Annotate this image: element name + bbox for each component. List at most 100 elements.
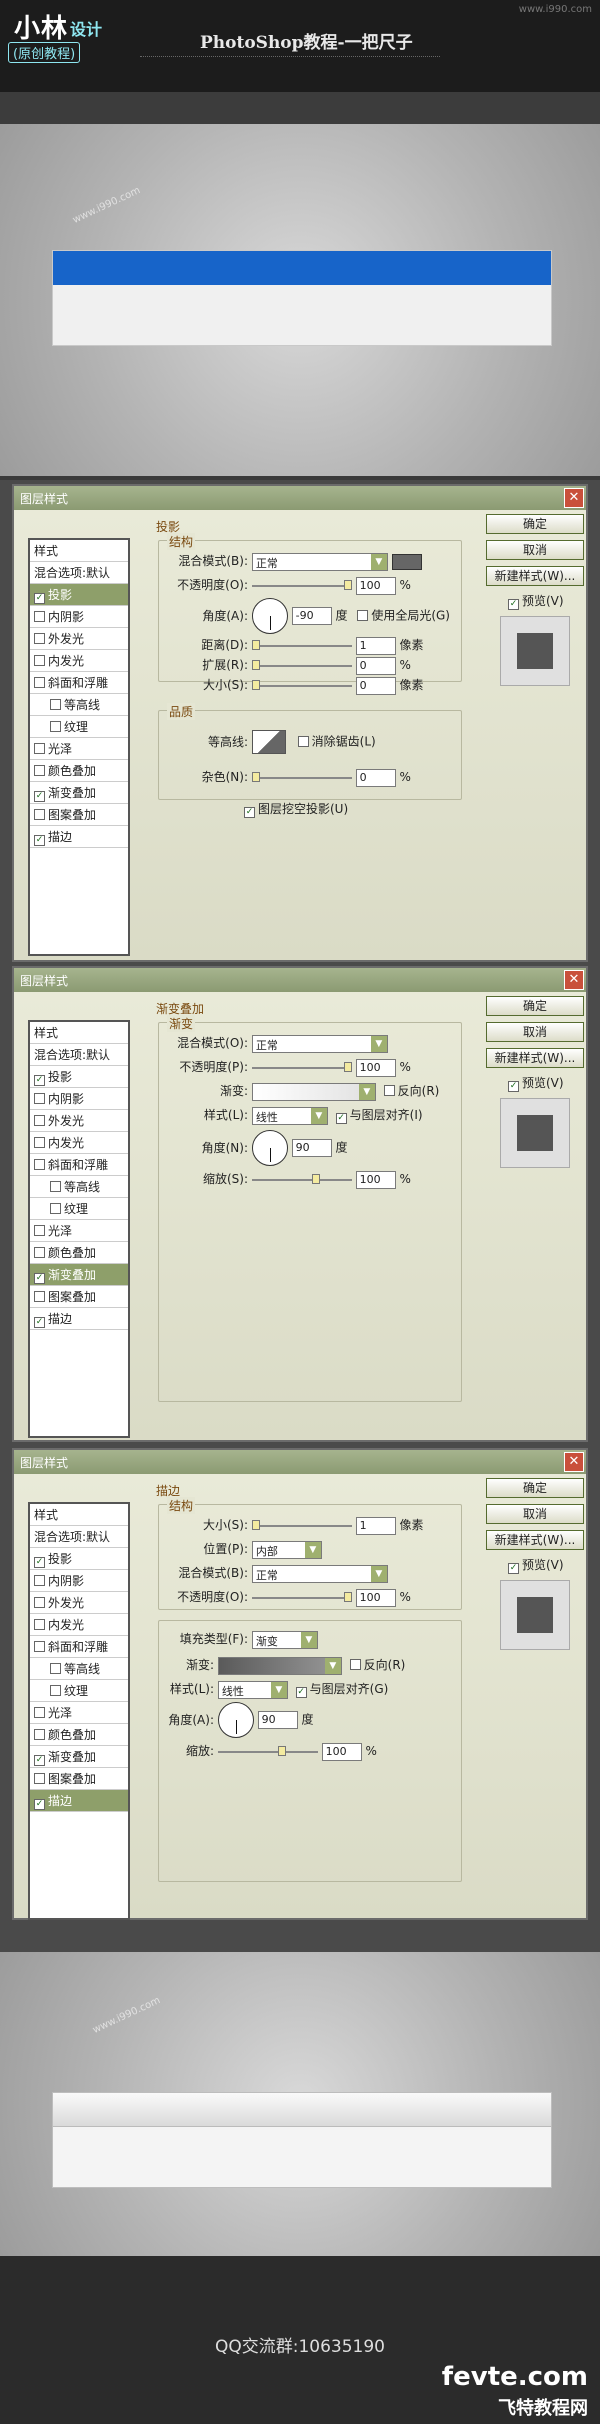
- side-item-contour[interactable]: 等高线: [30, 694, 128, 716]
- side-item-pattern-overlay[interactable]: 图案叠加: [30, 1768, 128, 1790]
- gradient-picker[interactable]: [251, 1082, 376, 1101]
- blend-mode-select[interactable]: 正常: [251, 1564, 388, 1583]
- ok-button[interactable]: 确定: [486, 514, 584, 534]
- new-style-button[interactable]: 新建样式(W)...: [486, 566, 584, 586]
- slider-knob[interactable]: [343, 579, 352, 590]
- checkbox-icon[interactable]: [34, 1619, 45, 1630]
- checkbox-icon[interactable]: [50, 1685, 61, 1696]
- opacity-input[interactable]: 100: [355, 1588, 396, 1607]
- preview-checkbox[interactable]: ✓: [508, 599, 519, 610]
- side-item-inner-glow[interactable]: 内发光: [30, 1614, 128, 1636]
- side-item-pattern-overlay[interactable]: 图案叠加: [30, 804, 128, 826]
- checkbox-icon[interactable]: ✓: [34, 835, 45, 846]
- checkbox-icon[interactable]: [34, 1641, 45, 1652]
- reverse-checkbox[interactable]: [349, 1659, 361, 1670]
- cancel-button[interactable]: 取消: [486, 1504, 584, 1524]
- checkbox-icon[interactable]: [34, 633, 45, 644]
- side-item-bevel[interactable]: 斜面和浮雕: [30, 1154, 128, 1176]
- side-item-styles[interactable]: 样式: [30, 1022, 128, 1044]
- checkbox-icon[interactable]: ✓: [34, 1755, 45, 1766]
- scale-input[interactable]: 100: [321, 1742, 362, 1761]
- checkbox-icon[interactable]: [34, 743, 45, 754]
- side-item-texture[interactable]: 纹理: [30, 716, 128, 738]
- angle-dial-icon[interactable]: [251, 598, 288, 634]
- side-item-blend[interactable]: 混合选项:默认: [30, 1526, 128, 1548]
- checkbox-icon[interactable]: [34, 611, 45, 622]
- side-item-satin[interactable]: 光泽: [30, 1220, 128, 1242]
- checkbox-icon[interactable]: ✓: [34, 1557, 45, 1568]
- angle-dial-icon[interactable]: [217, 1702, 254, 1738]
- checkbox-icon[interactable]: [34, 1291, 45, 1302]
- side-item-gradient-overlay[interactable]: ✓ 渐变叠加: [30, 1264, 128, 1286]
- size-slider[interactable]: [251, 1519, 352, 1530]
- side-item-stroke[interactable]: ✓ 描边: [30, 1790, 128, 1812]
- angle-input[interactable]: 90: [257, 1711, 298, 1729]
- close-icon[interactable]: ✕: [564, 1452, 584, 1472]
- side-item-contour[interactable]: 等高线: [30, 1658, 128, 1680]
- side-item-stroke[interactable]: ✓ 描边: [30, 1308, 128, 1330]
- side-item-blend[interactable]: 混合选项:默认: [30, 1044, 128, 1066]
- checkbox-icon[interactable]: ✓: [34, 1273, 45, 1284]
- checkbox-icon[interactable]: [34, 1093, 45, 1104]
- distance-slider[interactable]: [251, 639, 352, 650]
- checkbox-icon[interactable]: [34, 1575, 45, 1586]
- spread-slider[interactable]: [251, 659, 352, 670]
- side-item-inner-shadow[interactable]: 内阴影: [30, 1088, 128, 1110]
- checkbox-icon[interactable]: [34, 1137, 45, 1148]
- antialias-checkbox[interactable]: [297, 735, 309, 747]
- size-input[interactable]: 1: [355, 1516, 396, 1535]
- preview-checkbox[interactable]: ✓: [508, 1081, 519, 1092]
- slider-knob[interactable]: [251, 1519, 260, 1530]
- checkbox-icon[interactable]: [34, 1597, 45, 1608]
- side-item-satin[interactable]: 光泽: [30, 1702, 128, 1724]
- angle-input[interactable]: -90: [291, 607, 332, 625]
- checkbox-icon[interactable]: ✓: [34, 1799, 45, 1810]
- side-item-stroke[interactable]: ✓ 描边: [30, 826, 128, 848]
- size-input[interactable]: 0: [355, 676, 396, 695]
- side-item-inner-shadow[interactable]: 内阴影: [30, 1570, 128, 1592]
- blend-mode-select[interactable]: 正常: [251, 552, 388, 571]
- checkbox-icon[interactable]: [50, 721, 61, 732]
- ok-button[interactable]: 确定: [486, 996, 584, 1016]
- side-item-pattern-overlay[interactable]: 图案叠加: [30, 1286, 128, 1308]
- global-light-checkbox[interactable]: [357, 609, 369, 621]
- slider-knob[interactable]: [277, 1745, 286, 1756]
- checkbox-icon[interactable]: [50, 1663, 61, 1674]
- align-checkbox[interactable]: ✓: [295, 1687, 307, 1698]
- noise-slider[interactable]: [251, 771, 352, 782]
- checkbox-icon[interactable]: ✓: [34, 1075, 45, 1086]
- checkbox-icon[interactable]: [50, 1181, 61, 1192]
- side-item-color-overlay[interactable]: 颜色叠加: [30, 1724, 128, 1746]
- side-item-outer-glow[interactable]: 外发光: [30, 1592, 128, 1614]
- checkbox-icon[interactable]: [34, 1115, 45, 1126]
- side-item-gradient-overlay[interactable]: ✓ 渐变叠加: [30, 782, 128, 804]
- style-select[interactable]: 线性: [217, 1680, 288, 1699]
- style-select[interactable]: 线性: [251, 1106, 328, 1125]
- fill-type-select[interactable]: 渐变: [251, 1630, 318, 1649]
- ok-button[interactable]: 确定: [486, 1478, 584, 1498]
- cancel-button[interactable]: 取消: [486, 1022, 584, 1042]
- close-icon[interactable]: ✕: [564, 970, 584, 990]
- checkbox-icon[interactable]: [50, 1203, 61, 1214]
- side-item-satin[interactable]: 光泽: [30, 738, 128, 760]
- side-item-outer-glow[interactable]: 外发光: [30, 1110, 128, 1132]
- distance-input[interactable]: 1: [355, 636, 396, 655]
- side-item-gradient-overlay[interactable]: ✓ 渐变叠加: [30, 1746, 128, 1768]
- side-item-bevel[interactable]: 斜面和浮雕: [30, 1636, 128, 1658]
- checkbox-icon[interactable]: ✓: [34, 791, 45, 802]
- checkbox-icon[interactable]: [34, 1773, 45, 1784]
- side-item-drop-shadow[interactable]: ✓ 投影: [30, 584, 128, 606]
- side-item-inner-shadow[interactable]: 内阴影: [30, 606, 128, 628]
- checkbox-icon[interactable]: [34, 1247, 45, 1258]
- angle-input[interactable]: 90: [291, 1139, 332, 1157]
- checkbox-icon[interactable]: [34, 1707, 45, 1718]
- gradient-picker[interactable]: [217, 1656, 342, 1675]
- side-item-color-overlay[interactable]: 颜色叠加: [30, 1242, 128, 1264]
- slider-knob[interactable]: [311, 1173, 320, 1184]
- slider-knob[interactable]: [343, 1591, 352, 1602]
- scale-input[interactable]: 100: [355, 1170, 396, 1189]
- side-item-styles[interactable]: 样式: [30, 540, 128, 562]
- opacity-slider[interactable]: [251, 1061, 352, 1072]
- opacity-input[interactable]: 100: [355, 576, 396, 595]
- size-slider[interactable]: [251, 679, 352, 690]
